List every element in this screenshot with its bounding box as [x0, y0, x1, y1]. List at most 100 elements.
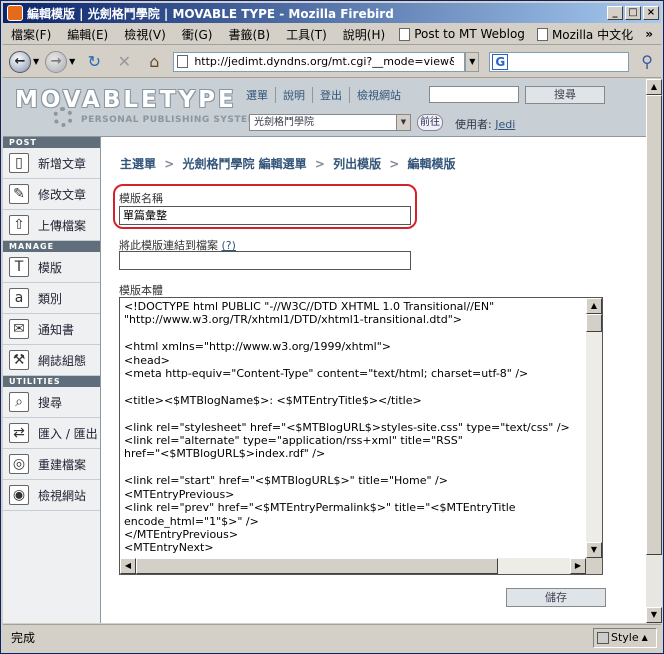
upload-file-icon: ⇧: [9, 215, 29, 235]
menu-go[interactable]: 衝(G): [174, 26, 221, 43]
title-bar: 編輯模版 | 光劍格鬥學院 | MOVABLE TYPE - Mozilla F…: [3, 3, 661, 23]
menu-tools[interactable]: 工具(T): [278, 26, 335, 43]
page-icon: [399, 27, 411, 41]
scroll-thumb[interactable]: [586, 314, 602, 332]
sidebar-item-notifications[interactable]: ✉ 通知書: [3, 314, 100, 345]
sidebar-item-weblog-config[interactable]: ⚒ 網誌組態: [3, 345, 100, 376]
notifications-icon: ✉: [9, 319, 29, 339]
mt-tagline: PERSONAL PUBLISHING SYSTEM: [81, 115, 258, 125]
menu-help[interactable]: 說明(H): [335, 26, 393, 43]
sidebar-item-search[interactable]: ⌕ 搜尋: [3, 387, 100, 418]
template-name-input[interactable]: 單篇彙整: [119, 206, 411, 225]
menu-view[interactable]: 檢視(V): [116, 26, 174, 43]
sidebar-item-categories[interactable]: a 類別: [3, 283, 100, 314]
breadcrumb-blog-menu[interactable]: 光劍格鬥學院 編輯選單: [182, 157, 306, 171]
web-search-box[interactable]: G: [489, 51, 630, 72]
textarea-horizontal-scrollbar[interactable]: ◀ ▶: [120, 558, 586, 574]
save-button[interactable]: 儲存: [506, 588, 606, 607]
sidebar-item-label: 新增文章: [38, 156, 87, 171]
browser-window: 編輯模版 | 光劍格鬥學院 | MOVABLE TYPE - Mozilla F…: [0, 0, 664, 654]
import-export-icon: ⇄: [9, 423, 29, 443]
chevron-up-icon: ▲: [641, 633, 648, 642]
sidebar-item-label: 修改文章: [38, 187, 87, 202]
page-icon: [536, 27, 548, 41]
firebird-app-icon: [7, 5, 23, 21]
sidebar-item-label: 網誌組態: [38, 353, 87, 368]
scroll-down-icon[interactable]: ▼: [586, 542, 602, 558]
sidebar-item-new-entry[interactable]: ▯ 新增文章: [3, 148, 100, 179]
stop-icon[interactable]: ✕: [113, 51, 135, 73]
chevron-down-icon[interactable]: ▼: [396, 115, 410, 130]
sidebar-section-manage: MANAGE: [3, 241, 100, 252]
sidebar-item-view-site[interactable]: ◉ 檢視網站: [3, 480, 100, 511]
mt-search-input[interactable]: [429, 86, 519, 103]
template-body-label: 模版本體: [119, 284, 163, 297]
scroll-thumb[interactable]: [136, 558, 498, 574]
sidebar-item-edit-entries[interactable]: ✎ 修改文章: [3, 179, 100, 210]
mt-search-button[interactable]: 搜尋: [525, 86, 605, 104]
sidebar-section-post: POST: [3, 137, 100, 148]
back-dropdown-icon[interactable]: ▼: [33, 57, 39, 66]
breadcrumb-list-templates[interactable]: 列出模版: [333, 157, 381, 171]
bookmark-mozilla-zh[interactable]: Mozilla 中文化: [531, 26, 639, 43]
more-bookmarks-chevron-icon[interactable]: »: [645, 27, 661, 41]
blog-selector[interactable]: 光劍格鬥學院 ▼: [249, 114, 411, 131]
sidebar-item-rebuild[interactable]: ◎ 重建檔案: [3, 449, 100, 480]
sidebar-item-label: 檢視網站: [38, 488, 87, 503]
nav-logout[interactable]: 登出: [313, 87, 350, 103]
go-button[interactable]: 前往: [417, 114, 443, 131]
sidebar-item-label: 重建檔案: [38, 457, 87, 472]
new-entry-icon: ▯: [9, 153, 29, 173]
templates-icon: T: [9, 257, 29, 277]
nav-view-site[interactable]: 檢視網站: [350, 87, 408, 103]
back-arrow-icon[interactable]: ←: [9, 50, 31, 73]
link-file-input[interactable]: [119, 251, 411, 270]
menu-file[interactable]: 檔案(F): [3, 26, 59, 43]
magnifier-icon[interactable]: ⚲: [641, 52, 653, 71]
close-button[interactable]: ×: [643, 6, 659, 20]
user-link[interactable]: Jedi: [495, 118, 515, 131]
scrollbar-corner: [586, 558, 602, 574]
page-scroll-thumb[interactable]: [646, 95, 662, 555]
breadcrumb-main-menu[interactable]: 主選單: [120, 157, 156, 171]
style-label: Style: [611, 631, 639, 644]
scroll-up-icon[interactable]: ▲: [646, 79, 662, 95]
menu-bookmarks[interactable]: 書籤(B): [220, 26, 278, 43]
reload-icon[interactable]: ↻: [83, 51, 105, 73]
sidebar-item-templates[interactable]: T 模版: [3, 252, 100, 283]
menu-bar: 檔案(F) 編輯(E) 檢視(V) 衝(G) 書籤(B) 工具(T) 說明(H)…: [3, 24, 661, 45]
google-icon[interactable]: G: [492, 53, 509, 70]
scroll-right-icon[interactable]: ▶: [570, 558, 586, 574]
sidebar-item-upload-file[interactable]: ⇧ 上傳檔案: [3, 210, 100, 241]
sidebar-item-import-export[interactable]: ⇄ 匯入 / 匯出: [3, 418, 100, 449]
movable-type-logo: MOVABLETYPE: [15, 87, 237, 113]
url-dropdown-icon[interactable]: ▼: [465, 51, 480, 72]
textarea-vertical-scrollbar[interactable]: ▲ ▼: [586, 298, 602, 558]
template-name-label: 模版名稱: [119, 192, 163, 205]
scroll-down-icon[interactable]: ▼: [646, 607, 662, 623]
categories-icon: a: [9, 288, 29, 308]
scroll-left-icon[interactable]: ◀: [120, 558, 136, 574]
breadcrumb-separator: >: [164, 157, 175, 171]
template-body-textarea[interactable]: <!DOCTYPE html PUBLIC "-//W3C//DTD XHTML…: [119, 297, 603, 575]
weblog-config-icon: ⚒: [9, 350, 29, 370]
sidebar-section-utilities: UTILITIES: [3, 376, 100, 387]
forward-arrow-icon[interactable]: →: [45, 50, 68, 73]
minimize-button[interactable]: _: [607, 6, 623, 20]
template-body-text[interactable]: <!DOCTYPE html PUBLIC "-//W3C//DTD XHTML…: [124, 300, 584, 558]
nav-help[interactable]: 說明: [276, 87, 313, 103]
sidebar-item-label: 模版: [38, 260, 63, 275]
view-site-icon: ◉: [9, 485, 29, 505]
style-switcher[interactable]: Style ▲: [593, 627, 657, 648]
sidebar: POST ▯ 新增文章 ✎ 修改文章 ⇧ 上傳檔案 MANAGE T 模版 a …: [3, 137, 101, 623]
maximize-button[interactable]: □: [625, 6, 641, 20]
page-vertical-scrollbar[interactable]: ▲ ▼: [646, 79, 662, 623]
bookmark-post-to-mt[interactable]: Post to MT Weblog: [393, 27, 531, 41]
scroll-up-icon[interactable]: ▲: [586, 298, 602, 314]
forward-dropdown-icon[interactable]: ▼: [69, 57, 75, 66]
nav-main-menu[interactable]: 選單: [239, 87, 276, 103]
menu-edit[interactable]: 編輯(E): [59, 26, 116, 43]
url-bar[interactable]: [173, 51, 466, 72]
home-icon[interactable]: ⌂: [143, 51, 165, 73]
url-input[interactable]: [194, 55, 455, 68]
